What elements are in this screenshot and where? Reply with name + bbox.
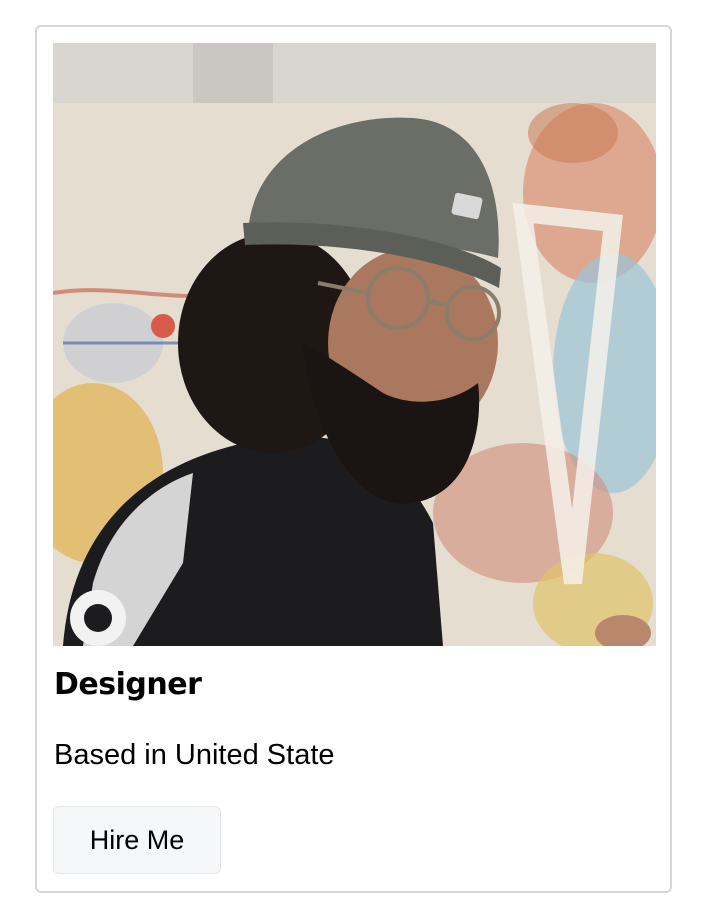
card-title: Designer	[54, 667, 202, 702]
profile-photo	[53, 43, 656, 646]
hire-me-button[interactable]: Hire Me	[53, 806, 221, 874]
card-location: Based in United State	[54, 739, 335, 771]
profile-card: Designer Based in United State Hire Me	[35, 25, 672, 893]
